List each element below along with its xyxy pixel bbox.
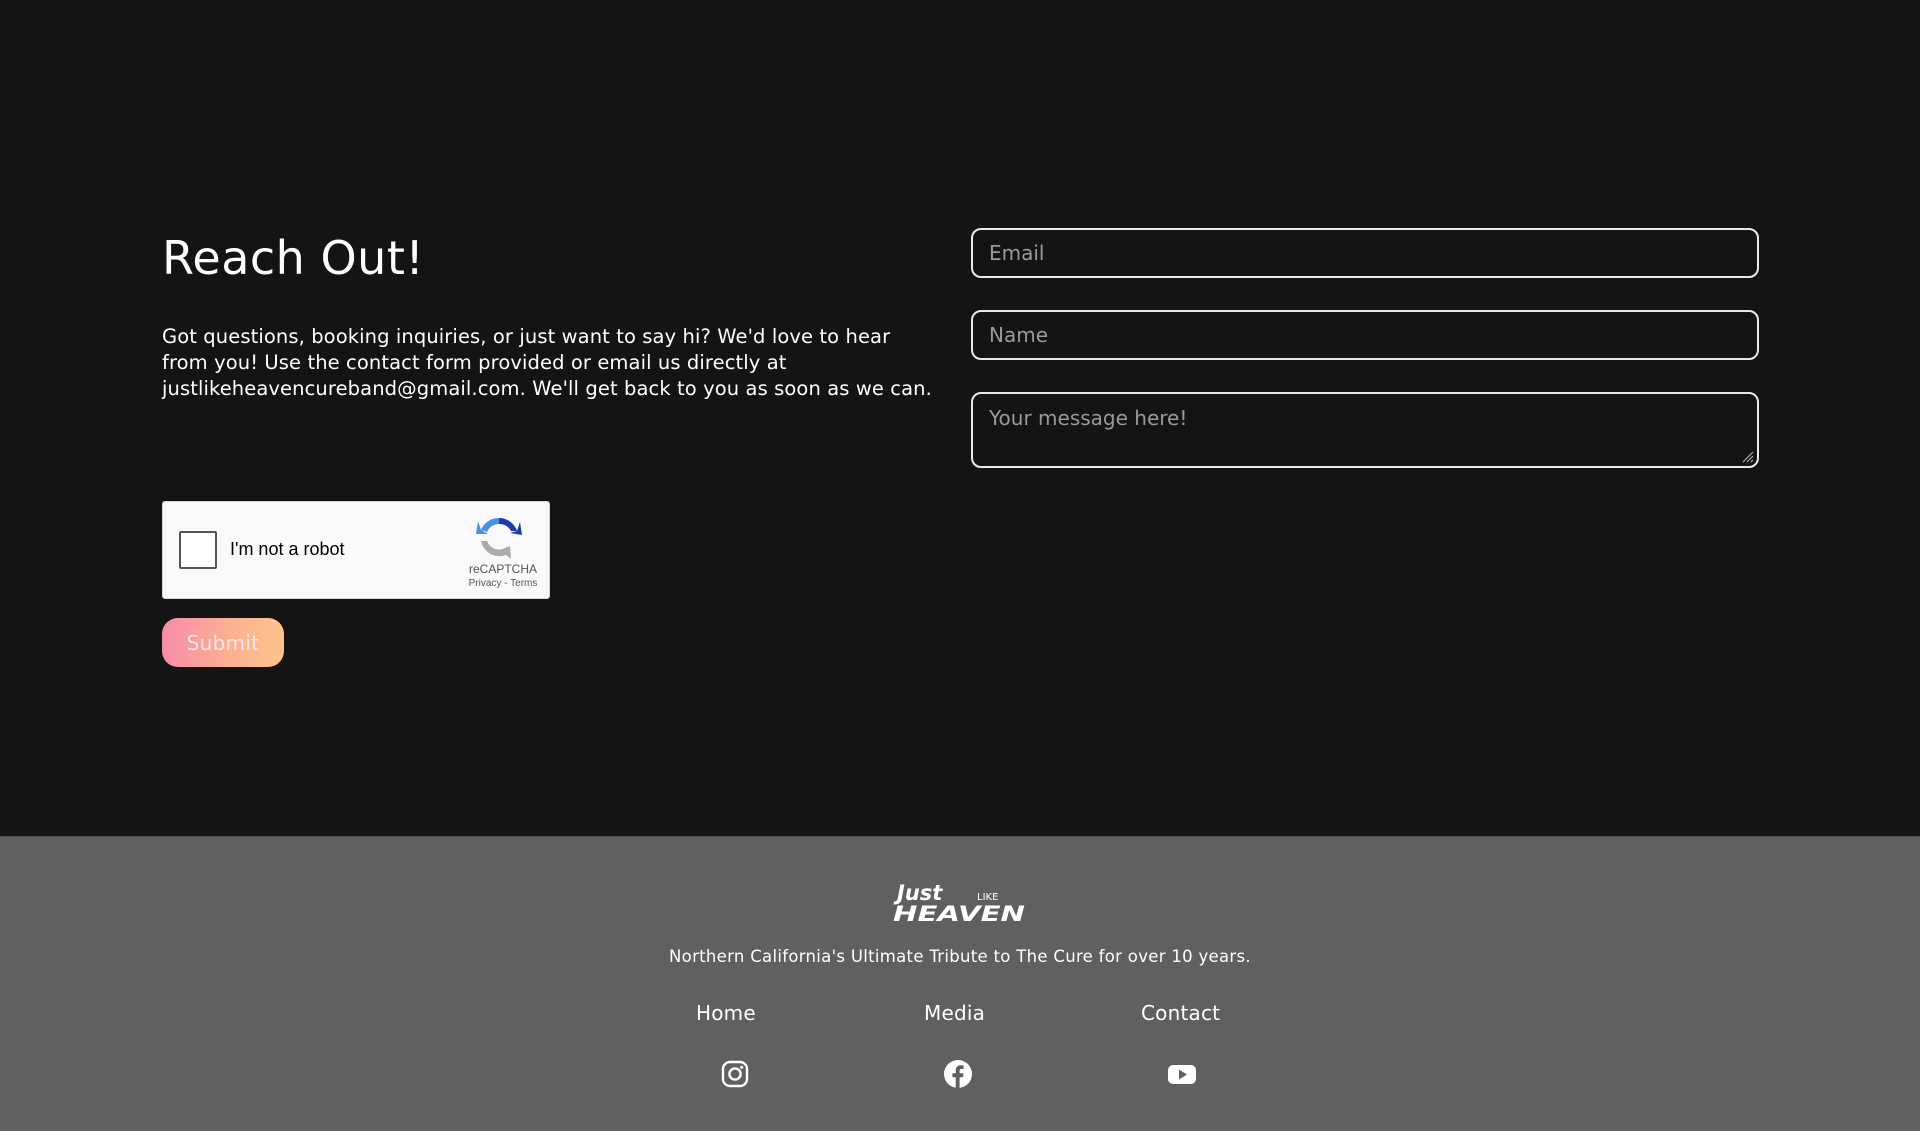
instagram-icon[interactable] xyxy=(720,1059,750,1089)
youtube-icon[interactable] xyxy=(1167,1059,1197,1089)
footer-tagline: Northern California's Ultimate Tribute t… xyxy=(669,947,1251,966)
recaptcha-privacy-link[interactable]: Privacy xyxy=(469,578,502,589)
email-field-placeholder: Email xyxy=(989,241,1045,265)
submit-button[interactable]: Submit xyxy=(162,618,284,667)
recaptcha-widget: I'm not a robot reCAPTCHA Privacy - Term… xyxy=(162,501,550,599)
email-field[interactable]: Email xyxy=(971,228,1759,278)
site-footer: Just LIKE HEAVEN Northern California's U… xyxy=(0,836,1920,1131)
recaptcha-label: I'm not a robot xyxy=(230,539,345,559)
recaptcha-logo-icon xyxy=(476,517,522,559)
contact-intro-column: Reach Out! Got questions, booking inquir… xyxy=(162,230,932,402)
logo-line2: HEAVEN xyxy=(893,902,1026,923)
message-textarea-placeholder: Your message here! xyxy=(989,406,1188,430)
recaptcha-separator: - xyxy=(501,578,511,589)
footer-nav-media[interactable]: Media xyxy=(924,1001,985,1025)
name-field[interactable]: Name xyxy=(971,310,1759,360)
recaptcha-checkbox[interactable] xyxy=(179,531,217,569)
recaptcha-brand: reCAPTCHA xyxy=(468,562,537,576)
name-field-placeholder: Name xyxy=(989,323,1049,347)
message-textarea[interactable]: Your message here! xyxy=(971,392,1759,468)
footer-nav-home[interactable]: Home xyxy=(696,1001,756,1025)
recaptcha-links: Privacy - Terms xyxy=(459,578,547,589)
facebook-icon[interactable] xyxy=(943,1059,973,1089)
resize-grip-icon[interactable] xyxy=(1740,449,1754,463)
band-logo[interactable]: Just LIKE HEAVEN xyxy=(893,881,1027,923)
footer-nav-contact[interactable]: Contact xyxy=(1141,1001,1220,1025)
page-title: Reach Out! xyxy=(162,231,425,285)
recaptcha-terms-link[interactable]: Terms xyxy=(510,578,537,589)
contact-section: Reach Out! Got questions, booking inquir… xyxy=(0,0,1920,836)
contact-intro-text: Got questions, booking inquiries, or jus… xyxy=(162,325,932,400)
